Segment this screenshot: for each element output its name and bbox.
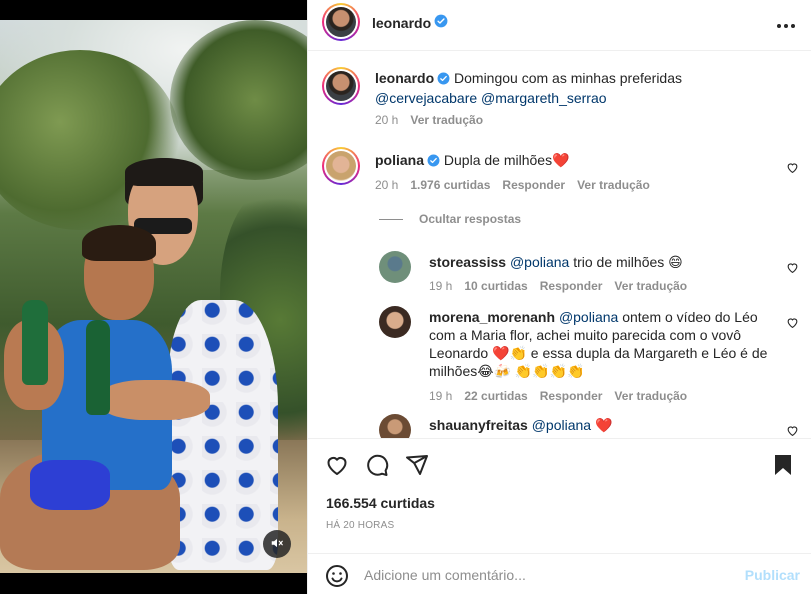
reply-button[interactable]: Responder [502,178,565,192]
paper-plane-icon[interactable] [405,453,429,480]
caption-text: Domingou com as minhas preferidas [454,70,683,86]
commenter-username[interactable]: poliana [375,152,424,168]
replier-avatar[interactable] [379,306,411,338]
mute-button[interactable] [263,530,291,558]
comment-input[interactable] [364,562,724,588]
woman-hair-top [125,158,203,186]
comment-likes[interactable]: 1.976 curtidas [410,178,490,192]
smiley-icon[interactable] [325,564,349,588]
reply-likes[interactable]: 10 curtidas [464,279,527,293]
see-translation-button[interactable]: Ver tradução [410,113,483,127]
comment-text: Dupla de milhões [443,152,553,168]
hide-replies-label: Ocultar respostas [419,212,522,226]
add-comment-bar: Publicar [308,553,811,594]
comments-list[interactable]: leonardo Domingou com as minhas preferid… [308,52,811,438]
verified-badge-icon [427,153,440,171]
reply-time[interactable]: 19 h [429,389,452,403]
reply-text-line: Leonardo ❤️👏 e essa dupla da Margareth e… [429,345,768,361]
reply-text-line: ontem o vídeo do Léo [622,309,758,325]
caption-time[interactable]: 20 h [375,113,398,127]
mention-link[interactable]: @margareth_serrao [481,90,607,106]
author-avatar[interactable] [322,3,360,41]
replier-avatar[interactable] [379,414,411,438]
reply-time[interactable]: 19 h [429,279,452,293]
post-media[interactable] [0,0,307,594]
replier-avatar[interactable] [379,251,411,283]
more-horizontal-icon [776,16,796,32]
comment-time[interactable]: 20 h [375,178,398,192]
mention-link[interactable]: @cervejacabare [375,90,477,106]
see-translation-button[interactable]: Ver tradução [614,279,687,293]
blue-shorts [30,460,110,510]
hide-replies-button[interactable]: Ocultar respostas [379,212,521,226]
verified-badge-icon [434,14,448,31]
caption-avatar[interactable] [322,67,360,105]
reply-like-heart-icon[interactable] [786,316,800,330]
publish-button[interactable]: Publicar [745,567,800,583]
reply-button[interactable]: Responder [540,389,603,403]
author-username[interactable]: leonardo [372,15,431,31]
beer-bottle [86,320,110,415]
more-options-button[interactable] [774,12,798,36]
reply-likes[interactable]: 22 curtidas [464,389,527,403]
post-timestamp[interactable]: HÁ 20 HORAS [326,520,394,531]
beer-bottle [22,300,48,385]
heart-icon[interactable] [325,453,349,480]
replier-username[interactable]: storeassiss [429,254,506,270]
reply-button[interactable]: Responder [540,279,603,293]
reply-like-heart-icon[interactable] [786,424,800,438]
speaker-muted-icon [270,536,284,553]
verified-badge-icon [437,71,450,89]
patterned-dress [168,300,278,570]
mention-link[interactable]: @poliana [510,254,569,270]
post-video-frame [0,20,307,573]
post-actions: 166.554 curtidas HÁ 20 HORAS Publicar [308,438,811,594]
commenter-avatar[interactable] [322,147,360,185]
comment-emoji: ❤️ [552,152,570,168]
divider-line [379,218,403,220]
comment-like-heart-icon[interactable] [786,161,800,175]
reply-text-line: milhões😂🍻 👏👏👏👏 [429,363,585,379]
caption-username[interactable]: leonardo [375,70,434,86]
comment-bubble-icon[interactable] [365,453,389,480]
woman-arm [100,380,210,420]
post-header: leonardo [308,0,811,51]
reply-text: ❤️ [594,417,613,433]
see-translation-button[interactable]: Ver tradução [577,178,650,192]
man-hair [82,225,156,261]
replier-username[interactable]: shauanyfreitas [429,417,528,433]
likes-count[interactable]: 166.554 curtidas [326,495,435,511]
see-translation-button[interactable]: Ver tradução [614,389,687,403]
reply-text-line: com a Maria flor, achei muito parecida c… [429,327,742,343]
bookmark-icon[interactable] [771,453,795,480]
reply-like-heart-icon[interactable] [786,261,800,275]
post-panel: leonardo leonardo Domingou com as minhas… [307,0,811,594]
mention-link[interactable]: @poliana [532,417,591,433]
reply-text: trio de milhões 😄 [573,254,683,270]
replier-username[interactable]: morena_morenanh [429,309,555,325]
mention-link[interactable]: @poliana [559,309,618,325]
